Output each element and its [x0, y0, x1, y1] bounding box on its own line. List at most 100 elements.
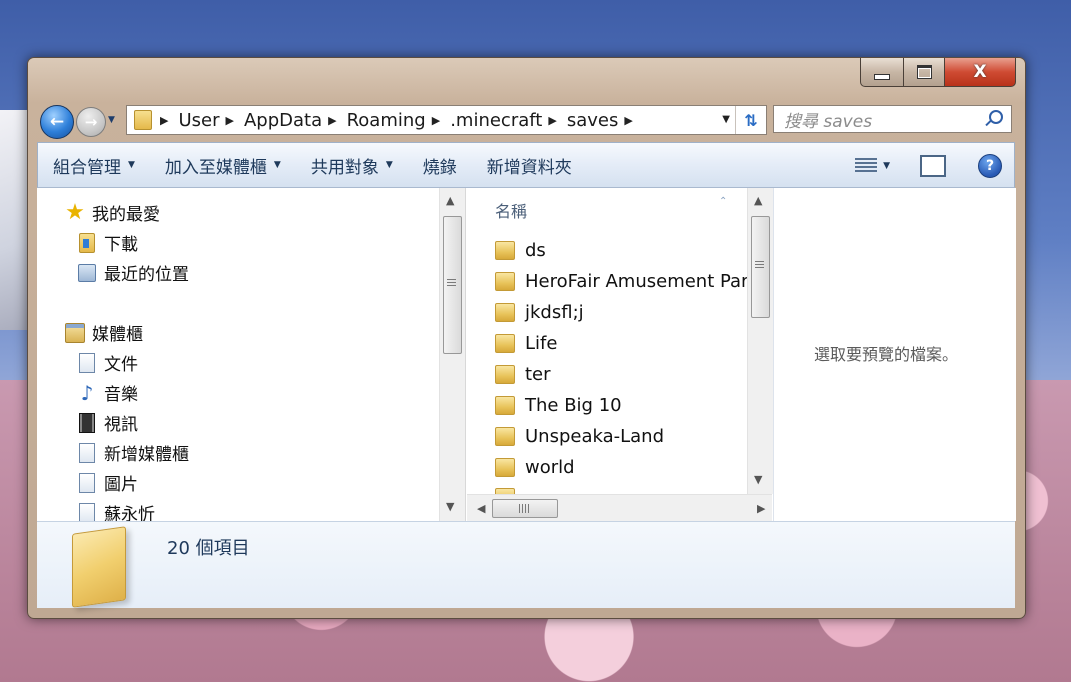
breadcrumb-arrow-icon[interactable]: ▶ [328, 114, 336, 127]
share-with-button[interactable]: 共用對象 ▼ [296, 142, 408, 188]
list-item-label: jkdsfl;j [525, 302, 584, 323]
preview-pane-icon[interactable] [920, 155, 946, 177]
breadcrumb-arrow-icon[interactable]: ▶ [226, 114, 234, 127]
share-with-label: 共用對象 [310, 157, 379, 178]
list-item[interactable]: ter [495, 364, 551, 385]
nav-pictures-label: 圖片 [104, 475, 138, 495]
list-item[interactable]: The Big 10 [495, 395, 622, 416]
nav-music[interactable]: ♪ 音樂 [77, 380, 138, 406]
organize-label: 組合管理 [53, 157, 121, 178]
downloads-folder-icon [77, 232, 97, 253]
nav-videos[interactable]: 視訊 [77, 410, 138, 435]
forward-arrow-icon: → [84, 113, 98, 131]
scroll-up-arrow-icon[interactable]: ▲ [754, 194, 762, 207]
main-content: ★ 我的最愛 下載 最近的位置 媒體櫃 文件 ♪ 音樂 視訊 新增媒體櫃 圖片 … [37, 188, 1016, 522]
nav-pictures[interactable]: 圖片 [77, 470, 138, 495]
nav-favorites[interactable]: ★ 我的最愛 [65, 200, 160, 225]
refresh-icon: ⇅ [744, 110, 758, 130]
recent-pages-button[interactable]: ▼ [108, 115, 118, 125]
minimize-button[interactable] [860, 58, 904, 87]
burn-button[interactable]: 燒錄 [408, 142, 472, 188]
nav-recent-places[interactable]: 最近的位置 [77, 260, 189, 285]
nav-videos-label: 視訊 [104, 415, 138, 435]
view-details-icon[interactable] [855, 158, 878, 174]
scrollbar-thumb[interactable] [443, 216, 462, 354]
command-bar: 組合管理 ▼ 加入至媒體櫃 ▼ 共用對象 ▼ 燒錄 新增資料夾 ▼ ? [37, 142, 1015, 188]
list-item-label: Unspeaka-Land [525, 426, 665, 447]
search-input[interactable]: 搜尋 saves [773, 105, 1012, 133]
column-name-label: 名稱 [495, 202, 528, 221]
nav-downloads-label: 下載 [104, 235, 138, 255]
list-item[interactable]: HeroFair Amusement Park [495, 271, 747, 292]
file-list-horizontal-scrollbar[interactable]: ◀ ▶ [467, 494, 772, 522]
forward-button[interactable]: → [76, 107, 106, 137]
list-item-label: world [525, 457, 575, 478]
folder-icon [495, 303, 515, 322]
close-button[interactable]: X [945, 58, 1016, 87]
breadcrumb-user[interactable]: User [178, 110, 219, 131]
folder-icon [495, 241, 515, 260]
list-item-label: The Big 10 [525, 395, 622, 416]
caption-buttons: X [860, 58, 1016, 87]
nav-user-library[interactable]: 蘇永忻 [77, 500, 155, 521]
view-options-dropdown[interactable]: ▼ [883, 161, 890, 171]
file-list-vertical-scrollbar[interactable]: ▲ ▼ [747, 188, 773, 494]
maximize-button[interactable] [904, 58, 945, 87]
breadcrumb-minecraft[interactable]: .minecraft [450, 110, 542, 131]
include-in-library-button[interactable]: 加入至媒體櫃 ▼ [150, 142, 296, 188]
include-library-label: 加入至媒體櫃 [164, 157, 267, 178]
back-button[interactable]: ← [40, 105, 74, 139]
scroll-left-arrow-icon[interactable]: ◀ [477, 502, 485, 515]
breadcrumb-appdata[interactable]: AppData [244, 110, 322, 131]
search-icon[interactable] [989, 110, 1003, 124]
nav-documents[interactable]: 文件 [77, 350, 138, 375]
scroll-down-arrow-icon[interactable]: ▼ [446, 500, 454, 513]
list-item-label: Life [525, 333, 558, 354]
refresh-button[interactable]: ⇅ [735, 106, 766, 134]
folder-icon [134, 110, 152, 130]
breadcrumb-arrow-icon[interactable]: ▶ [624, 114, 632, 127]
chevron-down-icon: ▼ [128, 160, 135, 170]
address-history-dropdown[interactable]: ▼ [722, 106, 730, 134]
new-folder-button[interactable]: 新增資料夾 [472, 142, 587, 188]
folder-icon [495, 458, 515, 477]
list-item[interactable]: Unspeaka-Land [495, 426, 664, 447]
breadcrumb-arrow-icon[interactable]: ▶ [548, 114, 556, 127]
nav-libraries[interactable]: 媒體櫃 [65, 320, 143, 345]
minimize-icon [874, 74, 890, 80]
scroll-up-arrow-icon[interactable]: ▲ [446, 194, 454, 207]
breadcrumb-roaming[interactable]: Roaming [347, 110, 426, 131]
breadcrumb-saves[interactable]: saves [567, 110, 619, 131]
breadcrumb-arrow-icon[interactable]: ▶ [160, 114, 168, 127]
list-item-label: HeroFair Amusement Park [525, 271, 747, 292]
scroll-down-arrow-icon[interactable]: ▼ [754, 473, 762, 486]
scrollbar-thumb[interactable] [492, 499, 558, 518]
breadcrumb-arrow-icon[interactable]: ▶ [432, 114, 440, 127]
item-count: 20 個項目 [167, 538, 250, 559]
scrollbar-thumb[interactable] [751, 216, 770, 318]
nav-documents-label: 文件 [104, 355, 138, 375]
nav-new-library[interactable]: 新增媒體櫃 [77, 440, 189, 465]
column-header-name[interactable]: 名稱 ⌃ [495, 196, 727, 222]
preview-pane: 選取要預覽的檔案。 [773, 188, 1016, 521]
music-icon: ♪ [80, 380, 94, 405]
nav-favorites-label: 我的最愛 [92, 205, 160, 225]
pictures-icon [77, 472, 97, 493]
list-item[interactable]: Life [495, 333, 557, 354]
folder-icon [495, 396, 515, 415]
list-item[interactable]: jkdsfl;j [495, 302, 584, 323]
user-library-icon [77, 502, 97, 521]
chevron-down-icon: ▼ [108, 115, 115, 125]
help-icon[interactable]: ? [978, 154, 1002, 178]
list-item[interactable]: ds [495, 240, 546, 261]
address-bar[interactable]: ▶ User ▶ AppData ▶ Roaming ▶ .minecraft … [126, 105, 767, 135]
organize-button[interactable]: 組合管理 ▼ [38, 142, 150, 188]
scroll-right-arrow-icon[interactable]: ▶ [757, 502, 765, 515]
nav-downloads[interactable]: 下載 [77, 230, 138, 255]
nav-recent-places-label: 最近的位置 [104, 265, 189, 285]
maximize-icon [916, 65, 932, 79]
list-item[interactable]: world [495, 457, 575, 478]
search-placeholder: 搜尋 saves [784, 111, 873, 132]
details-pane: 20 個項目 [37, 521, 1015, 608]
nav-pane-scrollbar[interactable]: ▲ ▼ [439, 188, 466, 521]
